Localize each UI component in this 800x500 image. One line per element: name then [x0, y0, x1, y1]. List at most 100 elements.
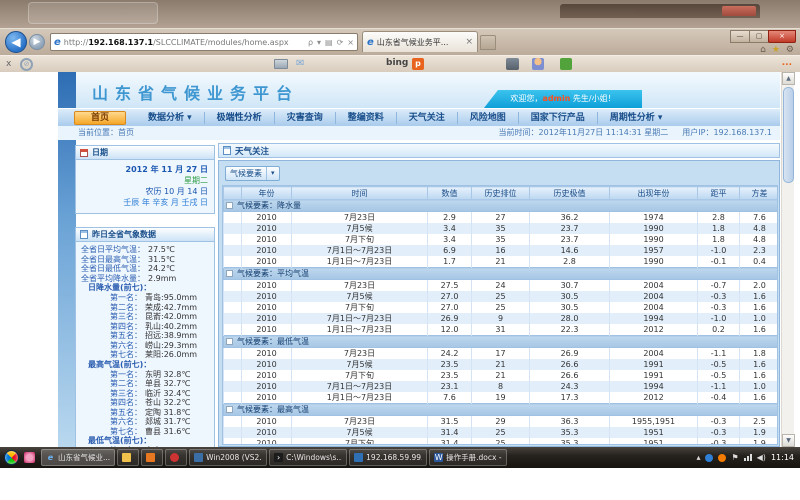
task-button-3[interactable]: [165, 449, 187, 466]
nav-item-1[interactable]: 数据分析 ▾: [136, 112, 204, 124]
rank-label: 第六名：: [76, 341, 142, 351]
blocked-plugin-icon[interactable]: ⊘: [20, 58, 33, 71]
table-row[interactable]: 20107月1日～7月23日6.91614.61957-1.02.3: [224, 245, 779, 256]
background-window-close-button: [722, 6, 756, 16]
camera-icon[interactable]: [506, 58, 519, 70]
page-scrollbar[interactable]: ▲ ▼: [781, 72, 794, 447]
col-header-1[interactable]: 时间: [292, 187, 428, 200]
scroll-up-icon[interactable]: ▲: [782, 72, 795, 85]
table-row[interactable]: 20107月5候31.42535.31951-0.31.9: [224, 427, 779, 438]
col-header-5[interactable]: 出现年份: [610, 187, 698, 200]
tray-app-blue-icon[interactable]: [705, 454, 713, 462]
close-button[interactable]: ×: [768, 30, 796, 43]
back-button[interactable]: ◀: [5, 31, 27, 53]
table-row[interactable]: 20107月下旬31.42535.31951-0.31.9: [224, 438, 779, 445]
table-row[interactable]: 20107月下旬23.52126.61991-0.51.6: [224, 370, 779, 381]
task-button-7[interactable]: W操作手册.docx -...: [429, 449, 507, 466]
url-text[interactable]: http://192.168.137.1/SLCCLIMATE/modules/…: [64, 38, 308, 47]
table-row[interactable]: 20107月下旬27.02530.52004-0.31.6: [224, 302, 779, 313]
col-header-7[interactable]: 方差: [740, 187, 779, 200]
scrollbar-thumb[interactable]: [783, 87, 794, 183]
card-icon[interactable]: [274, 59, 288, 69]
user-avatar-icon[interactable]: [532, 58, 544, 70]
mail-icon[interactable]: ✉: [296, 58, 304, 69]
climate-element-button[interactable]: 气候要素▾: [225, 166, 280, 181]
start-button[interactable]: [4, 450, 19, 465]
volume-icon[interactable]: ◀): [757, 453, 766, 462]
ie-favicon: e: [54, 37, 61, 48]
stop-icon[interactable]: ×: [347, 38, 354, 47]
browser-tab[interactable]: e 山东省气候业务平... ×: [362, 31, 478, 52]
home-icon[interactable]: ⌂: [760, 45, 766, 55]
task-button-0[interactable]: e山东省气候业...: [41, 449, 115, 466]
task-button-6[interactable]: 192.168.59.99...: [349, 449, 427, 466]
new-tab-button[interactable]: [480, 35, 496, 50]
cell-历史极值: 35.3: [530, 438, 610, 445]
nav-item-7[interactable]: 国家下行产品: [518, 112, 597, 124]
cell-年份: 2010: [242, 392, 292, 404]
address-bar[interactable]: e http://192.168.137.1/SLCCLIMATE/module…: [50, 33, 358, 51]
group-row-0: 气候要素：降水量: [224, 200, 779, 212]
compatibility-view-icon[interactable]: ▤: [325, 38, 333, 47]
quicklaunch-icon[interactable]: [24, 452, 35, 463]
network-icon[interactable]: [744, 454, 752, 461]
table-row[interactable]: 20107月5候3.43523.719901.84.8: [224, 223, 779, 234]
cell-时间: 7月23日: [292, 348, 428, 360]
more-icon[interactable]: ...: [782, 58, 792, 68]
task-button-4[interactable]: Win2008 (VS2...: [189, 449, 267, 466]
favorites-icon[interactable]: ★: [772, 45, 780, 55]
table-row[interactable]: 20107月1日～7月23日26.9928.01994-1.01.0: [224, 313, 779, 324]
breadcrumb: 当前位置：首页: [78, 126, 134, 140]
bing-search-icon[interactable]: p: [412, 58, 424, 70]
table-row[interactable]: 20107月23日27.52430.72004-0.72.0: [224, 280, 779, 292]
table-row[interactable]: 20107月5候27.02530.52004-0.31.6: [224, 291, 779, 302]
table-row[interactable]: 20107月23日31.52936.31955,1951-0.32.5: [224, 416, 779, 428]
cell-距平: -0.7: [698, 280, 740, 292]
nav-item-0[interactable]: 首页: [74, 111, 126, 125]
toolbar-close-icon[interactable]: x: [6, 59, 11, 69]
nav-item-5[interactable]: 天气关注: [396, 112, 457, 124]
task-button-2[interactable]: [141, 449, 163, 466]
nav-item-6[interactable]: 风险地图: [457, 112, 518, 124]
table-row[interactable]: 20101月1日～7月23日12.03122.320120.21.6: [224, 324, 779, 336]
table-row[interactable]: 20101月1日～7月23日1.7212.81990-0.10.4: [224, 256, 779, 268]
cell-距平: -0.5: [698, 359, 740, 370]
col-header-4[interactable]: 历史极值: [530, 187, 610, 200]
forward-button[interactable]: ▶: [29, 34, 45, 50]
col-header-3[interactable]: 历史排位: [472, 187, 530, 200]
nav-item-3[interactable]: 灾害查询: [274, 112, 335, 124]
tray-app-orange-icon[interactable]: [718, 454, 726, 462]
group-checkbox[interactable]: [226, 270, 233, 277]
cell-历史极值: 35.3: [530, 427, 610, 438]
nav-item-2[interactable]: 极端性分析: [204, 112, 274, 124]
bing-logo[interactable]: bing: [386, 58, 408, 68]
settings-gear-icon[interactable]: ⚙: [786, 45, 794, 55]
maximize-button[interactable]: ▢: [749, 30, 769, 43]
col-header-0[interactable]: 年份: [242, 187, 292, 200]
table-row[interactable]: 20107月1日～7月23日23.1824.31994-1.11.0: [224, 381, 779, 392]
scroll-down-icon[interactable]: ▼: [782, 434, 795, 447]
tray-expand-icon[interactable]: ▴: [696, 453, 700, 462]
group-checkbox[interactable]: [226, 406, 233, 413]
group-checkbox[interactable]: [226, 338, 233, 345]
nav-item-4[interactable]: 整编资料: [335, 112, 396, 124]
nav-item-8[interactable]: 周期性分析 ▾: [597, 112, 675, 124]
tab-close-icon[interactable]: ×: [465, 37, 473, 47]
task-button-1[interactable]: [117, 449, 139, 466]
group-checkbox[interactable]: [226, 202, 233, 209]
table-row[interactable]: 20107月下旬3.43523.719901.84.8: [224, 234, 779, 245]
col-header-6[interactable]: 距平: [698, 187, 740, 200]
clock[interactable]: 11:14: [771, 453, 794, 462]
refresh-icon[interactable]: ⟳: [337, 38, 344, 47]
action-center-flag-icon[interactable]: ⚑: [731, 453, 738, 462]
table-row[interactable]: 20101月1日～7月23日7.61917.32012-0.41.6: [224, 392, 779, 404]
search-icon[interactable]: ρ: [308, 38, 313, 47]
table-row[interactable]: 20107月5候23.52126.61991-0.51.6: [224, 359, 779, 370]
table-row[interactable]: 20107月23日24.21726.92004-1.11.8: [224, 348, 779, 360]
minimize-button[interactable]: —: [730, 30, 750, 43]
col-header-2[interactable]: 数值: [428, 187, 472, 200]
search-dropdown-icon[interactable]: ▾: [317, 38, 321, 47]
task-button-5[interactable]: ›C:\Windows\s...: [269, 449, 347, 466]
table-row[interactable]: 20107月23日2.92736.219742.87.6: [224, 212, 779, 224]
plugin-icon[interactable]: [560, 58, 572, 70]
